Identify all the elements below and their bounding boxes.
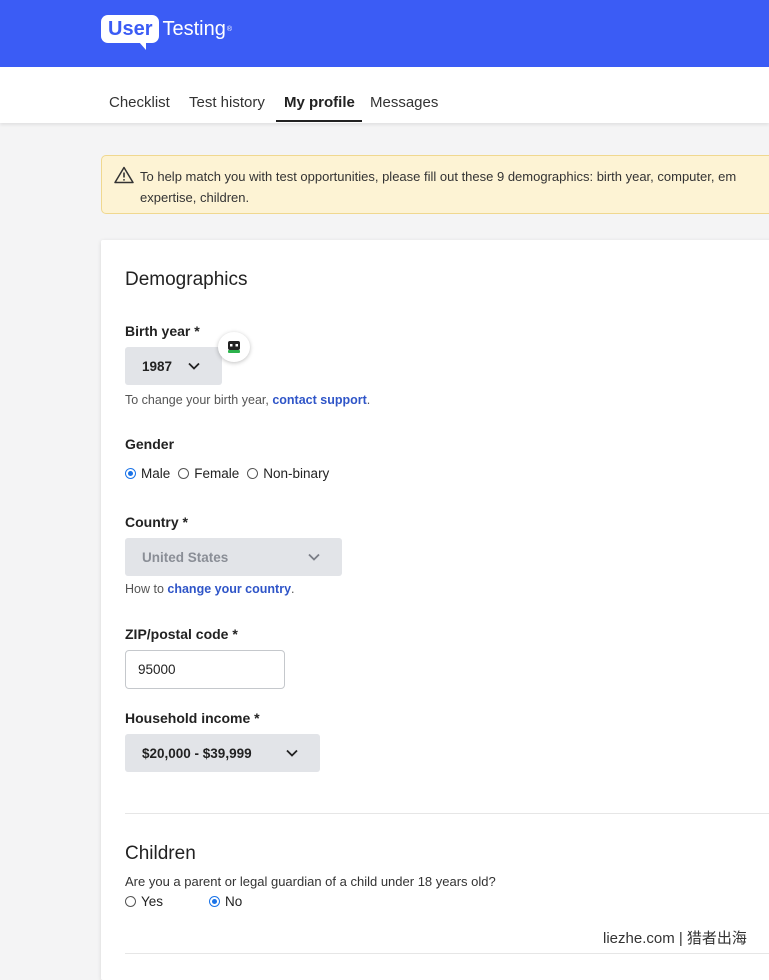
- income-value: $20,000 - $39,999: [142, 745, 252, 761]
- tab-checklist[interactable]: Checklist: [109, 94, 170, 111]
- warning-icon: [114, 166, 134, 184]
- change-country-link[interactable]: change your country: [167, 582, 291, 596]
- gender-label: Gender: [125, 436, 175, 452]
- birth-year-helper: To change your birth year, contact suppo…: [125, 393, 370, 407]
- country-value: United States: [142, 549, 229, 565]
- children-radio-group: Yes No: [125, 894, 250, 909]
- tab-my-profile[interactable]: My profile: [284, 94, 355, 111]
- logo-badge: User: [101, 15, 160, 50]
- gender-nonbinary-radio[interactable]: [247, 468, 259, 479]
- children-yes-radio[interactable]: [125, 896, 136, 907]
- profile-card: Demographics Birth year * 1987 To change…: [101, 240, 769, 980]
- children-no-radio[interactable]: [209, 896, 221, 907]
- demographics-alert: To help match you with test opportunitie…: [101, 155, 769, 214]
- logo-text: Testing: [162, 18, 226, 40]
- contact-support-link[interactable]: contact support: [272, 393, 366, 407]
- country-select[interactable]: United States: [125, 538, 342, 576]
- country-label: Country *: [125, 514, 188, 530]
- alert-line-1: To help match you with test opportunitie…: [140, 169, 737, 184]
- watermark: liezhe.com | 猎者出海: [603, 927, 747, 948]
- country-helper-suffix: .: [291, 582, 295, 596]
- alert-message: To help match you with test opportunitie…: [140, 166, 769, 208]
- children-question: Are you a parent or legal guardian of a …: [125, 874, 496, 889]
- nav-bar: Checklist Test history My profile Messag…: [0, 67, 769, 123]
- income-select[interactable]: $20,000 - $39,999: [125, 734, 320, 772]
- children-yes-label[interactable]: Yes: [141, 894, 163, 909]
- gender-female-radio[interactable]: [178, 468, 190, 479]
- chevron-down-icon: [188, 362, 200, 370]
- demographics-title: Demographics: [125, 269, 248, 290]
- assistant-bot-icon[interactable]: [218, 332, 250, 362]
- zip-input[interactable]: [125, 650, 285, 689]
- country-helper: How to change your country.: [125, 582, 295, 596]
- gender-nonbinary-label[interactable]: Non-binary: [263, 466, 329, 481]
- birth-year-value: 1987: [142, 358, 173, 374]
- section-divider: [125, 813, 769, 814]
- top-bar: User Testing ®: [0, 0, 769, 67]
- chevron-down-icon: [308, 553, 320, 561]
- children-no-label[interactable]: No: [225, 894, 242, 909]
- zip-label: ZIP/postal code *: [125, 626, 238, 642]
- gender-male-label[interactable]: Male: [141, 466, 170, 481]
- chevron-down-icon: [286, 749, 298, 757]
- gender-radio-group: Male Female Non-binary: [125, 466, 337, 481]
- children-title: Children: [125, 843, 196, 864]
- active-tab-indicator: [276, 120, 362, 122]
- tab-test-history[interactable]: Test history: [189, 94, 265, 111]
- gender-male-radio[interactable]: [125, 468, 136, 479]
- birth-year-helper-suffix: .: [366, 393, 371, 407]
- section-divider-bottom: [125, 953, 769, 954]
- birth-year-label: Birth year *: [125, 323, 200, 339]
- logo-trademark: ®: [226, 25, 233, 33]
- country-helper-text: How to: [125, 582, 168, 596]
- birth-year-helper-text: To change your birth year,: [125, 393, 273, 407]
- gender-female-label[interactable]: Female: [194, 466, 239, 481]
- birth-year-select[interactable]: 1987: [125, 347, 222, 385]
- income-label: Household income *: [125, 710, 260, 726]
- robot-icon: [228, 341, 240, 353]
- usertesting-logo[interactable]: User Testing ®: [101, 12, 233, 50]
- tab-messages[interactable]: Messages: [370, 94, 438, 111]
- alert-line-2: expertise, children.: [140, 190, 250, 205]
